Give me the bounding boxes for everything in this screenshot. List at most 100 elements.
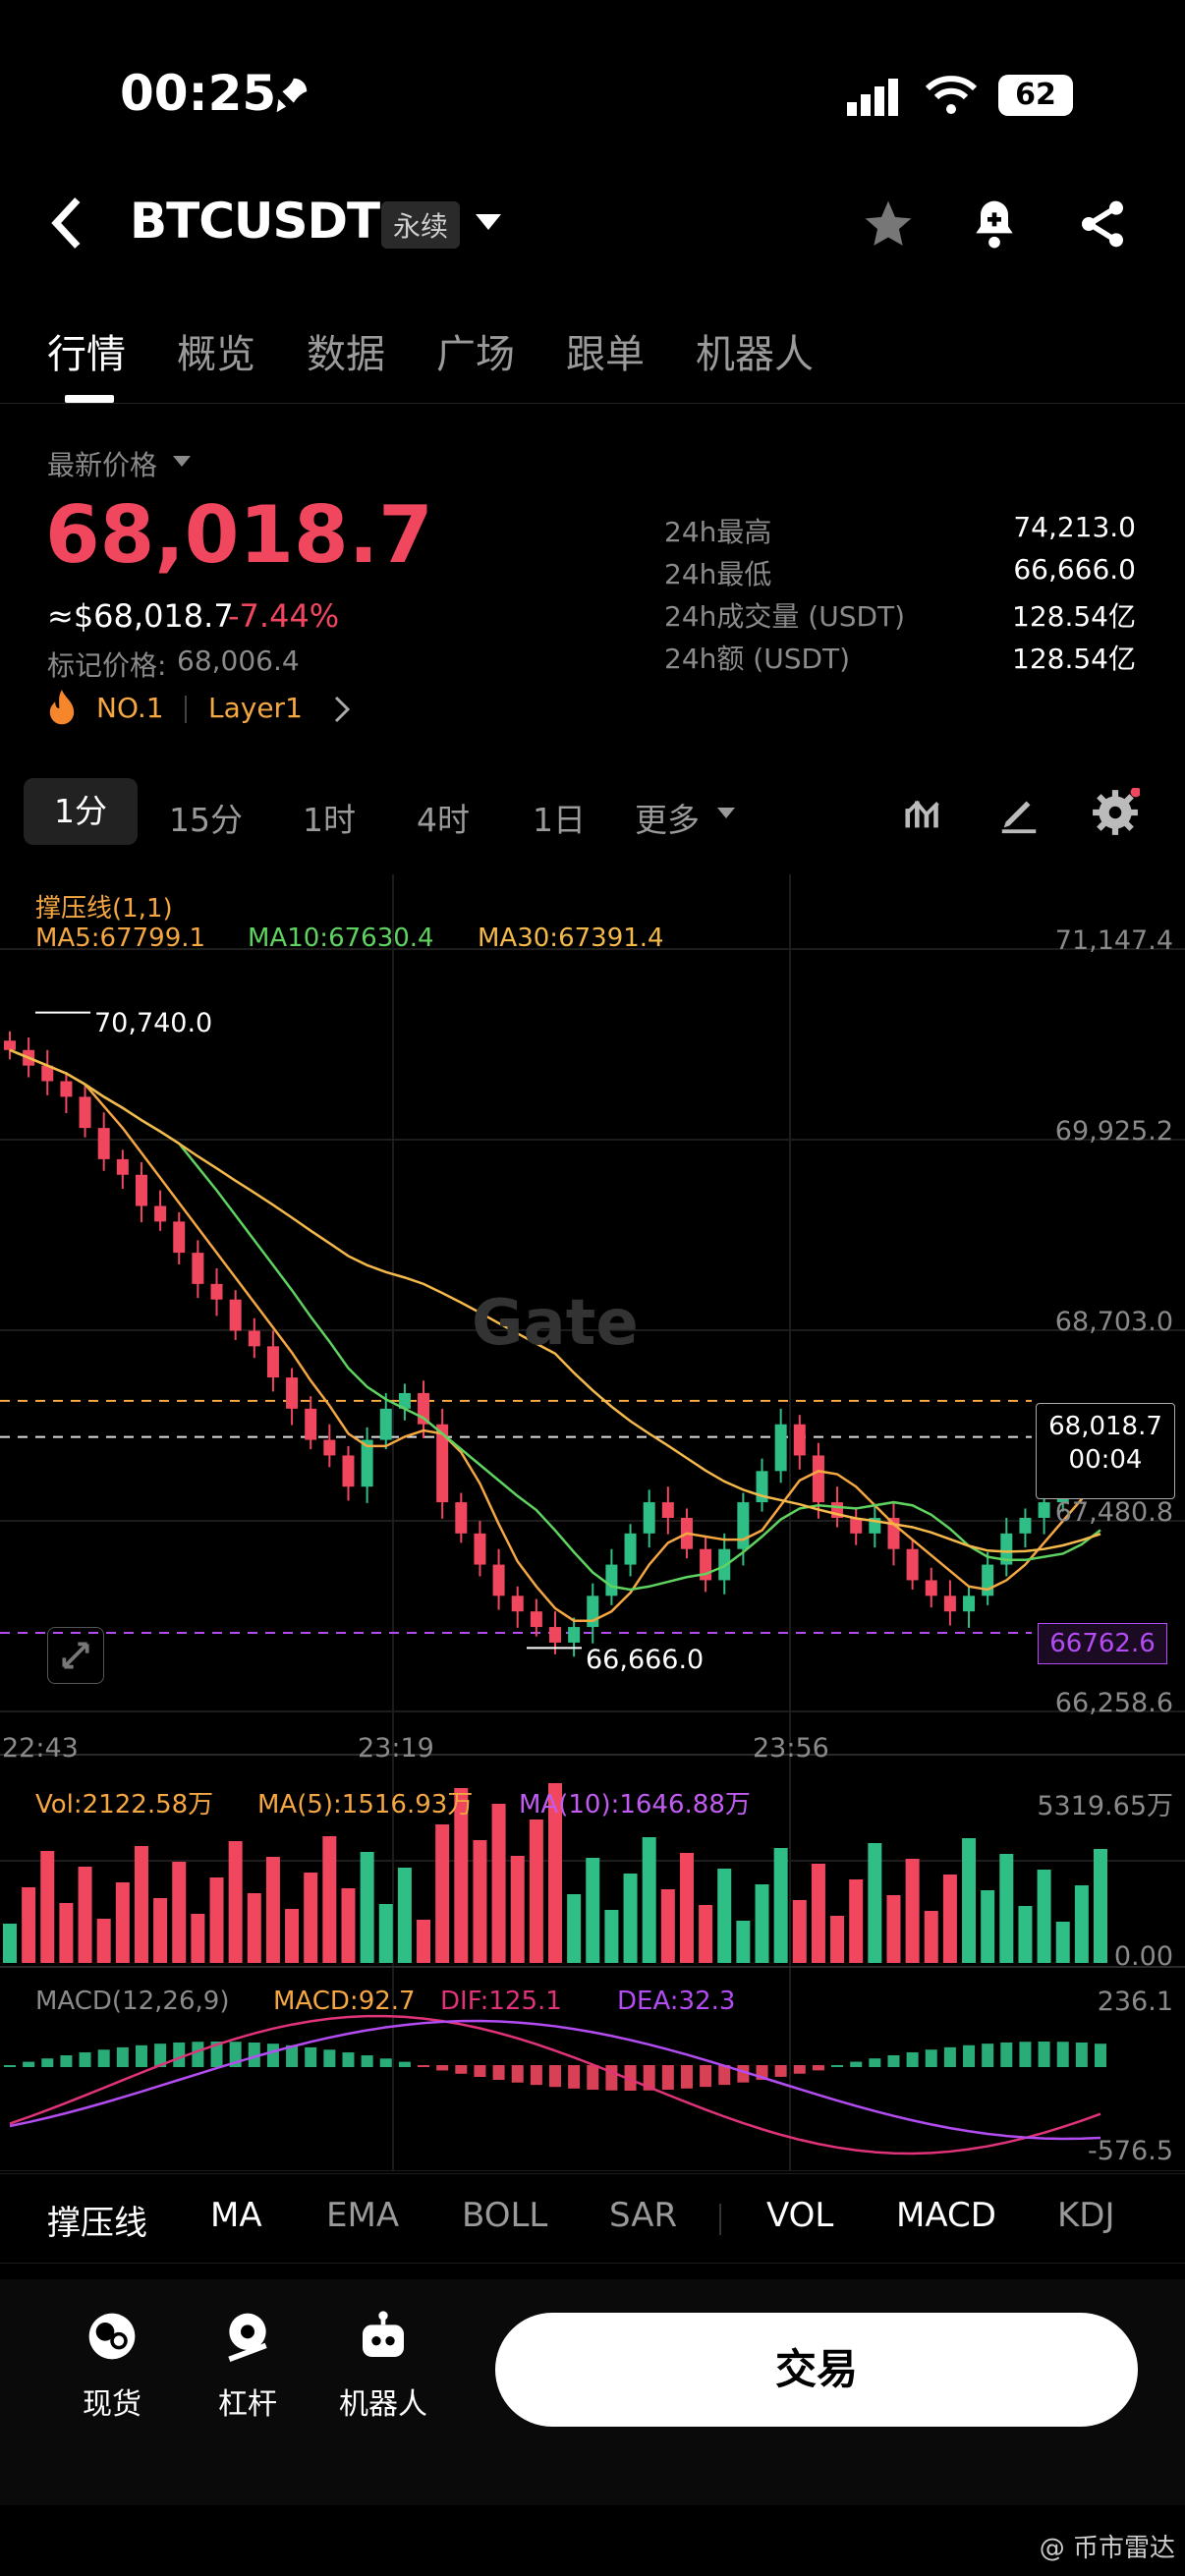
candle-countdown: 00:04 xyxy=(1068,1445,1143,1475)
last-price: 68,018.7 xyxy=(45,489,433,581)
candle xyxy=(323,1439,336,1456)
volume-bar xyxy=(78,1867,92,1963)
volume-bar xyxy=(699,1905,713,1963)
candle xyxy=(925,1580,937,1596)
signal-icon xyxy=(847,79,898,116)
ind-sar[interactable]: SAR xyxy=(609,2196,677,2235)
macd-histogram-bar xyxy=(492,2065,505,2081)
volume-bar xyxy=(59,1903,74,1963)
clock: 00:25 xyxy=(120,65,277,122)
spot-button[interactable]: 现货 xyxy=(53,2309,171,2423)
ind-boll[interactable]: BOLL xyxy=(462,2196,547,2235)
bot-button[interactable]: 机器人 xyxy=(324,2309,442,2423)
macd-histogram-bar xyxy=(173,2042,186,2067)
x-tick: 23:56 xyxy=(753,1733,829,1764)
ind-vol[interactable]: VOL xyxy=(766,2196,833,2235)
volume-bar xyxy=(491,1804,506,1963)
candle xyxy=(135,1174,147,1206)
candle xyxy=(661,1502,674,1518)
macd-histogram-bar xyxy=(680,2065,693,2089)
draw-tool-icon[interactable] xyxy=(996,790,1042,835)
battery-indicator: 62 xyxy=(998,75,1073,116)
ma10-value: MA10:67630.4 xyxy=(248,924,434,953)
volume-bar xyxy=(811,1864,825,1963)
macd-histogram-bar xyxy=(812,2065,824,2071)
period-1d[interactable]: 1日 xyxy=(533,794,586,841)
stat-low: 24h最低 66,666.0 xyxy=(664,553,1136,592)
macd-histogram-bar xyxy=(1095,2044,1106,2067)
period-more[interactable]: 更多 xyxy=(635,794,700,841)
candle xyxy=(266,1346,279,1378)
period-1m[interactable]: 1分 xyxy=(24,778,138,845)
symbol-title[interactable]: BTCUSDT xyxy=(130,193,380,250)
share-icon[interactable] xyxy=(1075,196,1130,252)
dif-value: DIF:125.1 xyxy=(440,1987,562,2016)
rank-badge[interactable]: NO.1 xyxy=(96,692,164,724)
price-alert-icon[interactable] xyxy=(967,196,1022,252)
candle xyxy=(793,1424,806,1456)
ind-macd[interactable]: MACD xyxy=(896,2196,996,2235)
y-tick: 68,703.0 xyxy=(1054,1307,1173,1337)
ind-ema[interactable]: EMA xyxy=(326,2196,399,2235)
candle xyxy=(511,1596,524,1612)
star-icon[interactable] xyxy=(861,196,916,252)
candle xyxy=(210,1283,223,1300)
main-tabs: 行情 概览 数据 广场 跟单 机器人 xyxy=(0,305,1185,404)
tab-bots[interactable]: 机器人 xyxy=(696,322,814,379)
macd-histogram-bar xyxy=(661,2065,674,2091)
indicator-icon[interactable] xyxy=(902,790,947,835)
chevron-right-icon[interactable] xyxy=(334,696,350,723)
mark-price-value: 68,006.4 xyxy=(177,644,300,677)
volume-bar xyxy=(604,1910,619,1963)
spot-icon xyxy=(88,2313,136,2360)
macd-value: MACD:92.7 xyxy=(273,1987,416,2016)
leverage-label: 杠杆 xyxy=(218,2387,277,2422)
macd-histogram-bar xyxy=(869,2058,881,2067)
ind-support-resistance[interactable]: 撑压线 xyxy=(47,2196,147,2244)
period-15m[interactable]: 15分 xyxy=(169,794,243,841)
stat-high-label: 24h最高 xyxy=(664,516,772,548)
tab-data[interactable]: 数据 xyxy=(307,322,385,379)
volume-bar xyxy=(22,1887,36,1963)
candle xyxy=(605,1564,618,1596)
period-4h[interactable]: 4时 xyxy=(417,794,470,841)
volume-bar xyxy=(849,1879,864,1963)
macd-histogram-bar xyxy=(4,2065,16,2067)
leverage-button[interactable]: 杠杆 xyxy=(189,2309,307,2423)
active-tab-indicator xyxy=(65,395,114,403)
fullscreen-button[interactable] xyxy=(47,1627,104,1684)
candle xyxy=(455,1502,468,1534)
tab-overview[interactable]: 概览 xyxy=(177,322,255,379)
volume-bar xyxy=(435,1824,450,1963)
support-resistance-label: 撑压线(1,1) xyxy=(35,894,173,924)
settings-gear-icon[interactable] xyxy=(1091,788,1140,837)
stat-low-value: 66,666.0 xyxy=(1013,553,1136,586)
macd-histogram-bar xyxy=(831,2064,844,2067)
chevron-down-icon[interactable] xyxy=(476,214,501,232)
chart-svg[interactable] xyxy=(0,874,1185,2172)
period-1h[interactable]: 1时 xyxy=(303,794,356,841)
x-tick: 23:19 xyxy=(358,1733,434,1764)
tab-market[interactable]: 行情 xyxy=(47,322,126,379)
macd-title: MACD(12,26,9) xyxy=(35,1987,230,2016)
back-button[interactable] xyxy=(47,196,86,253)
trade-button[interactable]: 交易 xyxy=(495,2313,1138,2427)
last-price-label[interactable]: 最新价格 xyxy=(47,444,157,483)
volume-ma10: MA(10):1646.88万 xyxy=(519,1790,751,1820)
kline-chart[interactable]: 撑压线(1,1) MA5:67799.1 MA10:67630.4 MA30:6… xyxy=(0,874,1185,2172)
macd-histogram-bar xyxy=(455,2065,468,2074)
indicator-tabs: 撑压线 MA EMA BOLL SAR VOL MACD KDJ xyxy=(0,2173,1185,2264)
candle xyxy=(305,1408,317,1440)
contract-type-badge[interactable]: 永续 xyxy=(381,201,461,249)
tab-square[interactable]: 广场 xyxy=(436,322,515,379)
tab-copy-trading[interactable]: 跟单 xyxy=(566,322,645,379)
ind-kdj[interactable]: KDJ xyxy=(1057,2196,1115,2235)
macd-histogram-bar xyxy=(943,2046,956,2067)
candle xyxy=(4,1040,16,1050)
bot-label: 机器人 xyxy=(339,2387,427,2422)
ind-ma[interactable]: MA xyxy=(210,2196,262,2235)
leverage-icon xyxy=(228,2313,267,2362)
category-tag[interactable]: Layer1 xyxy=(208,692,303,724)
current-price-box[interactable]: 68,018.7 00:04 xyxy=(1036,1403,1175,1499)
volume-bar xyxy=(247,1893,261,1963)
